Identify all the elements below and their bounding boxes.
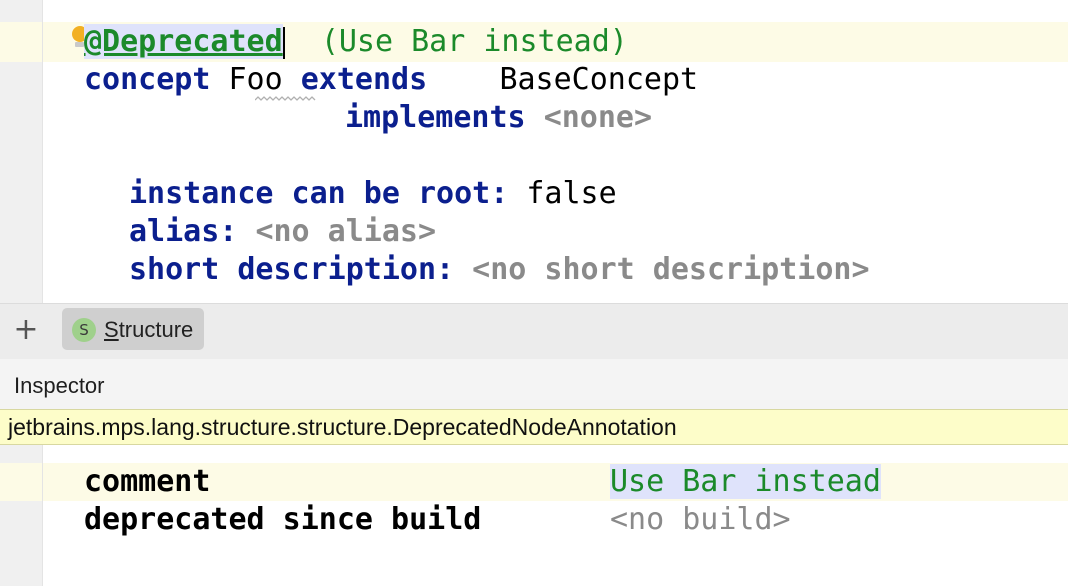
deprecated-annotation[interactable]: @Deprecated	[84, 24, 283, 59]
implements-value[interactable]: <none>	[544, 100, 652, 135]
extends-value[interactable]: BaseConcept	[499, 62, 698, 97]
deprecated-since-label: deprecated since build	[84, 502, 482, 537]
name-warning-squiggle	[255, 96, 316, 101]
extends-keyword: extends	[300, 62, 428, 97]
implements-line: implements <none>	[345, 99, 652, 137]
annotation-line: @Deprecated (Use Bar instead)	[84, 23, 628, 61]
structure-aspect-icon: S	[72, 318, 96, 342]
short-description-keyword: short description:	[129, 252, 455, 287]
inspector-title: Inspector	[14, 373, 105, 398]
instance-root-value[interactable]: false	[526, 176, 616, 211]
text-caret	[282, 26, 285, 59]
comment-label: comment	[84, 464, 211, 499]
concept-keyword: concept	[84, 62, 211, 97]
current-line-gutter	[0, 22, 42, 62]
tab-structure-label[interactable]: Structure	[104, 317, 193, 343]
deprecated-since-value[interactable]: <no build>	[610, 501, 791, 539]
alias-line: alias: <no alias>	[129, 213, 436, 251]
annotation-comment[interactable]: (Use Bar instead)	[321, 24, 628, 59]
inspector-header	[0, 359, 1068, 409]
short-description-value[interactable]: <no short description>	[472, 252, 869, 287]
instance-root-line: instance can be root: false	[129, 175, 617, 213]
node-fqn: jetbrains.mps.lang.structure.structure.D…	[8, 414, 677, 440]
short-description-line: short description: <no short description…	[129, 251, 870, 289]
comment-value[interactable]: Use Bar instead	[610, 463, 881, 501]
alias-keyword: alias:	[129, 214, 238, 249]
instance-root-keyword: instance can be root:	[129, 176, 509, 211]
concept-name[interactable]: Foo	[229, 62, 283, 97]
concept-line: concept Foo extends BaseConcept	[84, 61, 698, 99]
implements-keyword: implements	[345, 100, 526, 135]
add-aspect-icon[interactable]: +	[13, 311, 39, 349]
alias-value[interactable]: <no alias>	[255, 214, 436, 249]
inspector-current-line-gutter	[0, 463, 42, 501]
